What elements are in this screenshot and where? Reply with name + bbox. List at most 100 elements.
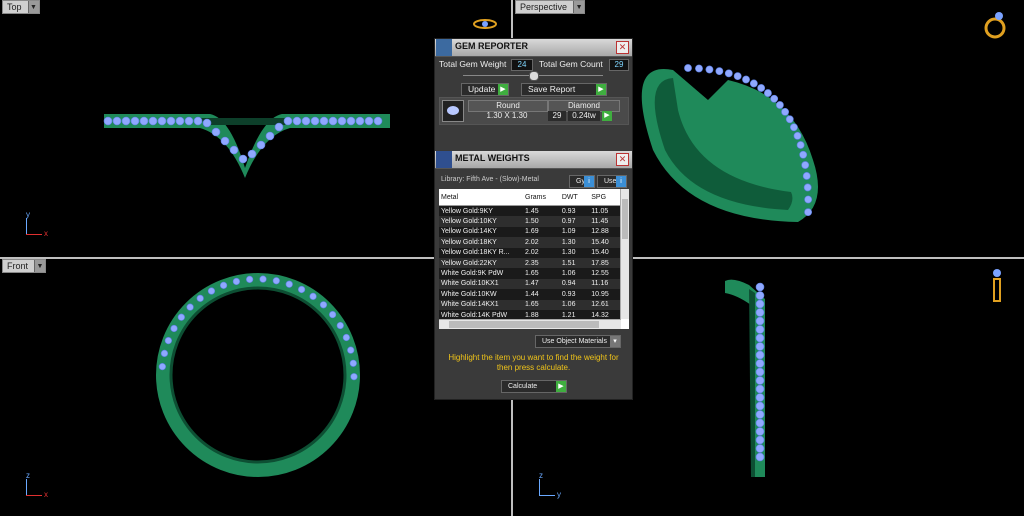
gem-stone [246,275,254,283]
table-cell: 1.30 [559,237,590,248]
table-row[interactable]: Yellow Gold:14KY 1.69 1.09 12.88 [439,226,621,238]
gem-stone [755,308,765,317]
info-icon: i [616,176,626,187]
total-gem-count-value: 29 [609,59,629,71]
table-cell: White Gold:10KX1 [439,278,523,290]
round-gem-icon [442,100,464,122]
gem-stone [803,183,812,192]
table-cell: Yellow Gold:18KY [439,237,523,248]
gem-stone [259,275,267,283]
gem-stone [796,141,805,149]
gem-entry-row[interactable]: Round 1.30 X 1.30 Diamond 29 0.24tw ▶ [439,97,629,125]
table-row[interactable]: Yellow Gold:18KY 2.02 1.30 15.40 [439,237,621,248]
table-cell: 1.06 [559,299,590,310]
gem-stone [755,401,765,411]
table-row[interactable]: White Gold:10KW 1.44 0.93 10.95 [439,289,621,300]
table-row[interactable]: Yellow Gold:9KY 1.45 0.93 11.05 [439,205,621,217]
gem-stone [350,373,358,381]
gem-reporter-header[interactable]: GEM REPORTER ✕ [435,39,632,57]
gem-stone [804,195,813,204]
gem-stone [297,285,306,294]
table-cell: 1.69 [523,226,560,238]
axis-x-line [26,234,42,235]
gem-stone [121,116,131,126]
gem-stone [202,118,212,128]
gem-stone [166,116,176,126]
gem-stone [157,116,167,126]
table-cell: 12.88 [589,226,621,238]
total-gem-weight-value: 24 [511,59,533,71]
gem-reporter-panel: GEM REPORTER ✕ Total Gem Weight 24 Total… [434,38,633,400]
gem-stone [265,131,275,141]
update-button[interactable]: Update ▶ [461,83,509,96]
gem-stone [684,64,692,72]
metal-weights-header[interactable]: METAL WEIGHTS ✕ [435,151,632,169]
save-report-button[interactable]: Save Report ▶ [521,83,607,96]
calculate-hint: Highlight the item you want to find the … [448,353,619,372]
table-cell: 15.40 [589,237,621,248]
gem-stone [337,116,347,126]
table-row[interactable]: White Gold:14KX1 1.65 1.06 12.61 [439,299,621,310]
gem-stone [283,116,293,126]
table-row[interactable]: White Gold:9K PdW 1.65 1.06 12.55 [439,268,621,279]
gem-stone [755,435,765,445]
table-row[interactable]: White Gold:10KX1 1.47 0.94 11.16 [439,278,621,290]
axis-horizontal-label: x [44,229,48,238]
axis-horizontal-label: x [44,490,48,499]
gem-stone [229,145,239,155]
metal-weights-table[interactable]: Metal Grams DWT SPG Yellow Gold:9KY 1.45 0… [439,189,629,329]
table-cell: 0.93 [559,205,590,217]
close-icon[interactable]: ✕ [616,153,629,166]
gem-stone [309,292,317,300]
gem-stone [755,452,765,462]
total-gem-count-label: Total Gem Count [539,59,603,69]
ring-view-icon [993,269,1001,302]
gem-stone [364,116,374,126]
table-header-row: Metal Grams DWT SPG [439,189,621,206]
gem-stone [211,127,221,137]
table-cell: 17.85 [589,257,621,269]
gem-stone [220,136,230,146]
user-button[interactable]: User i [597,175,627,188]
gem-stone [232,277,241,286]
table-cell: 2.02 [523,237,560,248]
play-icon: ▶ [556,381,566,392]
horizontal-scrollbar[interactable] [439,319,621,329]
total-gem-weight-label: Total Gem Weight [439,59,507,69]
table-cell: 1.06 [559,268,590,279]
column-header[interactable]: Grams [523,189,560,206]
gem-stone [755,333,765,343]
gem-stone [274,122,284,132]
table-row[interactable]: Yellow Gold:18KY R... 2.02 1.30 15.40 [439,247,621,258]
table-row[interactable]: Yellow Gold:22KY 2.35 1.51 17.85 [439,257,621,269]
calculate-button[interactable]: Calculate ▶ [501,380,567,393]
table-row[interactable]: Yellow Gold:10KY 1.50 0.97 11.45 [439,216,621,227]
gem-stone [160,349,169,358]
table-cell: 11.05 [589,205,621,217]
gem-stone [158,363,166,371]
gem-stone [755,427,765,436]
table-cell: 0.93 [559,289,590,300]
table-cell: 2.02 [523,247,560,258]
gem-stone [193,116,203,126]
table-cell: Yellow Gold:22KY [439,257,523,269]
slider-handle[interactable] [529,71,539,81]
gem-stone [196,294,204,302]
column-header[interactable]: Metal [439,189,523,206]
gem-size: 1.30 X 1.30 [486,111,528,120]
table-cell: 1.45 [523,205,560,217]
use-object-materials-select[interactable]: Use Object Materials ▾ [535,335,621,348]
gem-stone [272,277,280,285]
play-icon[interactable]: ▶ [602,111,612,121]
gem-stone [742,75,750,84]
gem-stone [755,359,765,368]
table-cell: 1.65 [523,268,560,279]
gem-stone [175,116,185,126]
close-icon[interactable]: ✕ [616,41,629,54]
gravity-button[interactable]: Gy i [569,175,595,188]
vertical-scrollbar[interactable] [620,189,629,319]
table-cell: 12.55 [589,268,621,279]
column-header[interactable]: DWT [559,189,590,206]
table-cell: White Gold:9K PdW [439,268,523,279]
column-header[interactable]: SPG [589,189,621,206]
